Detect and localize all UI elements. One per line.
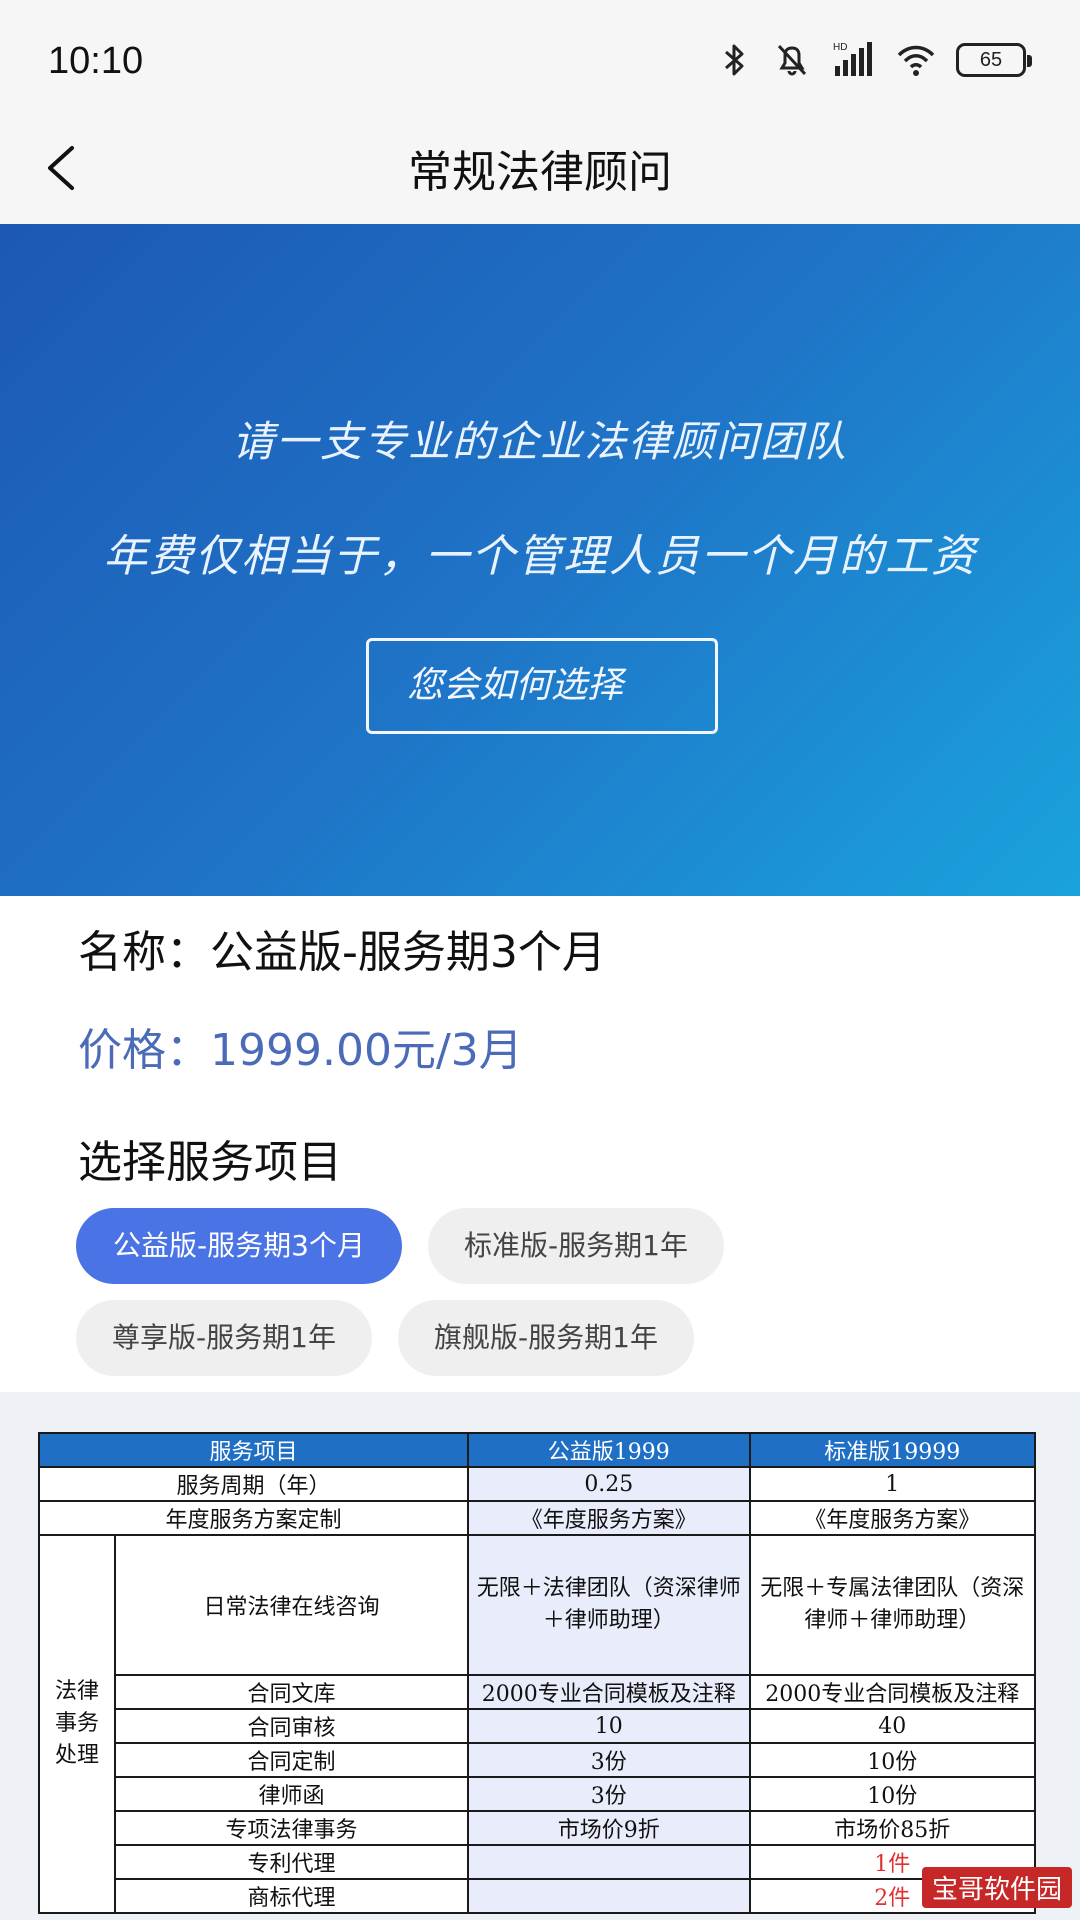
signal-icon: HD (833, 42, 872, 76)
status-time: 10:10 (48, 40, 144, 82)
page-title: 常规法律顾问 (408, 147, 672, 198)
product-name: 名称：公益版-服务期3个月 (78, 927, 606, 978)
service-option-flagship[interactable]: 旗舰版-服务期1年 (398, 1300, 694, 1376)
table-header-cell: 服务项目 (37, 1432, 470, 1468)
table-row: 年度服务方案定制 《年度服务方案》 《年度服务方案》 (37, 1500, 1037, 1536)
table-group-label: 法律事务处理 (38, 1534, 116, 1914)
table-cell: 商标代理 (113, 1878, 470, 1914)
table-cell: 合同审核 (113, 1708, 470, 1744)
battery-icon: 65 (956, 43, 1032, 77)
table-header-cell: 标准版19999 (748, 1432, 1037, 1468)
table-row: 商标代理 2件 (39, 1878, 1037, 1914)
group-label-text: 法律事务处理 (54, 1679, 99, 1768)
svg-text:HD: HD (833, 42, 847, 53)
table-cell: 专项法律事务 (113, 1810, 470, 1846)
table-row: 专利代理 1件 (39, 1844, 1037, 1880)
table-row: 服务周期（年） 0.25 1 (37, 1466, 1037, 1502)
service-option-public[interactable]: 公益版-服务期3个月 (76, 1208, 402, 1284)
table-cell: 《年度服务方案》 (467, 1500, 751, 1536)
product-price: 价格：1999.00元/3月 (78, 1025, 523, 1076)
table-cell: 10份 (748, 1776, 1037, 1812)
table-cell: 10 (467, 1708, 751, 1744)
nav-bar: 常规法律顾问 (0, 112, 1080, 224)
comparison-image: 服务项目 公益版1999 标准版19999 服务周期（年） 0.25 1 年度服… (0, 1392, 1080, 1920)
table-cell (467, 1878, 751, 1914)
table-cell: 日常法律在线咨询 (113, 1534, 470, 1676)
table-row: 合同文库 2000专业合同模板及注释 2000专业合同模板及注释 (39, 1674, 1037, 1710)
mute-bell-icon (777, 44, 807, 76)
banner-choice-button[interactable]: 您会如何选择 (366, 638, 718, 734)
table-row: 合同定制 3份 10份 (39, 1742, 1037, 1778)
bluetooth-icon (725, 44, 744, 76)
status-bar: 10:10 HD 65 (0, 0, 1080, 112)
table-cell: 无限＋专属法律团队（资深律师＋律师助理） (748, 1534, 1037, 1676)
table-cell: 律师函 (113, 1776, 470, 1812)
services-title: 选择服务项目 (78, 1137, 342, 1188)
table-cell: 年度服务方案定制 (37, 1500, 470, 1536)
table-cell: 合同定制 (113, 1742, 470, 1778)
product-info: 名称：公益版-服务期3个月 价格：1999.00元/3月 选择服务项目 公益版-… (0, 896, 1080, 1392)
table-cell (467, 1844, 751, 1880)
comparison-table: 服务项目 公益版1999 标准版19999 服务周期（年） 0.25 1 年度服… (37, 1432, 1037, 1914)
service-option-premium[interactable]: 尊享版-服务期1年 (76, 1300, 372, 1376)
table-cell: 《年度服务方案》 (748, 1500, 1037, 1536)
table-cell: 2000专业合同模板及注释 (748, 1674, 1037, 1710)
table-cell: 专利代理 (113, 1844, 470, 1880)
table-row: 法律事务处理 日常法律在线咨询 无限＋法律团队（资深律师＋律师助理） 无限＋专属… (38, 1534, 1037, 1914)
table-cell: 市场价85折 (748, 1810, 1037, 1846)
banner-subheadline: 年费仅相当于，一个管理人员一个月的工资 (103, 531, 977, 582)
table-header-row: 服务项目 公益版1999 标准版19999 (37, 1432, 1037, 1468)
table-cell: 3份 (467, 1776, 751, 1812)
table-cell: 3份 (467, 1742, 751, 1778)
table-cell: 0.25 (467, 1466, 751, 1502)
table-cell: 1 (748, 1466, 1037, 1502)
table-cell: 服务周期（年） (37, 1466, 470, 1502)
watermark: 宝哥软件园 (921, 1867, 1072, 1908)
table-row: 律师函 3份 10份 (39, 1776, 1037, 1812)
table-row: 专项法律事务 市场价9折 市场价85折 (39, 1810, 1037, 1846)
banner-headline: 请一支专业的企业法律顾问团队 (231, 417, 848, 466)
table-cell: 2000专业合同模板及注释 (467, 1674, 751, 1710)
service-option-standard[interactable]: 标准版-服务期1年 (428, 1208, 724, 1284)
table-cell: 10份 (748, 1742, 1037, 1778)
status-icons: HD 65 (714, 40, 1032, 80)
promo-banner: 请一支专业的企业法律顾问团队 年费仅相当于，一个管理人员一个月的工资 您会如何选… (0, 224, 1080, 896)
table-cell: 市场价9折 (467, 1810, 751, 1846)
table-header-cell: 公益版1999 (467, 1432, 751, 1468)
wifi-icon (897, 45, 935, 76)
table-row: 合同审核 10 40 (39, 1708, 1037, 1744)
table-cell: 合同文库 (113, 1674, 470, 1710)
table-cell: 40 (748, 1708, 1037, 1744)
table-cell: 无限＋法律团队（资深律师＋律师助理） (467, 1534, 751, 1676)
